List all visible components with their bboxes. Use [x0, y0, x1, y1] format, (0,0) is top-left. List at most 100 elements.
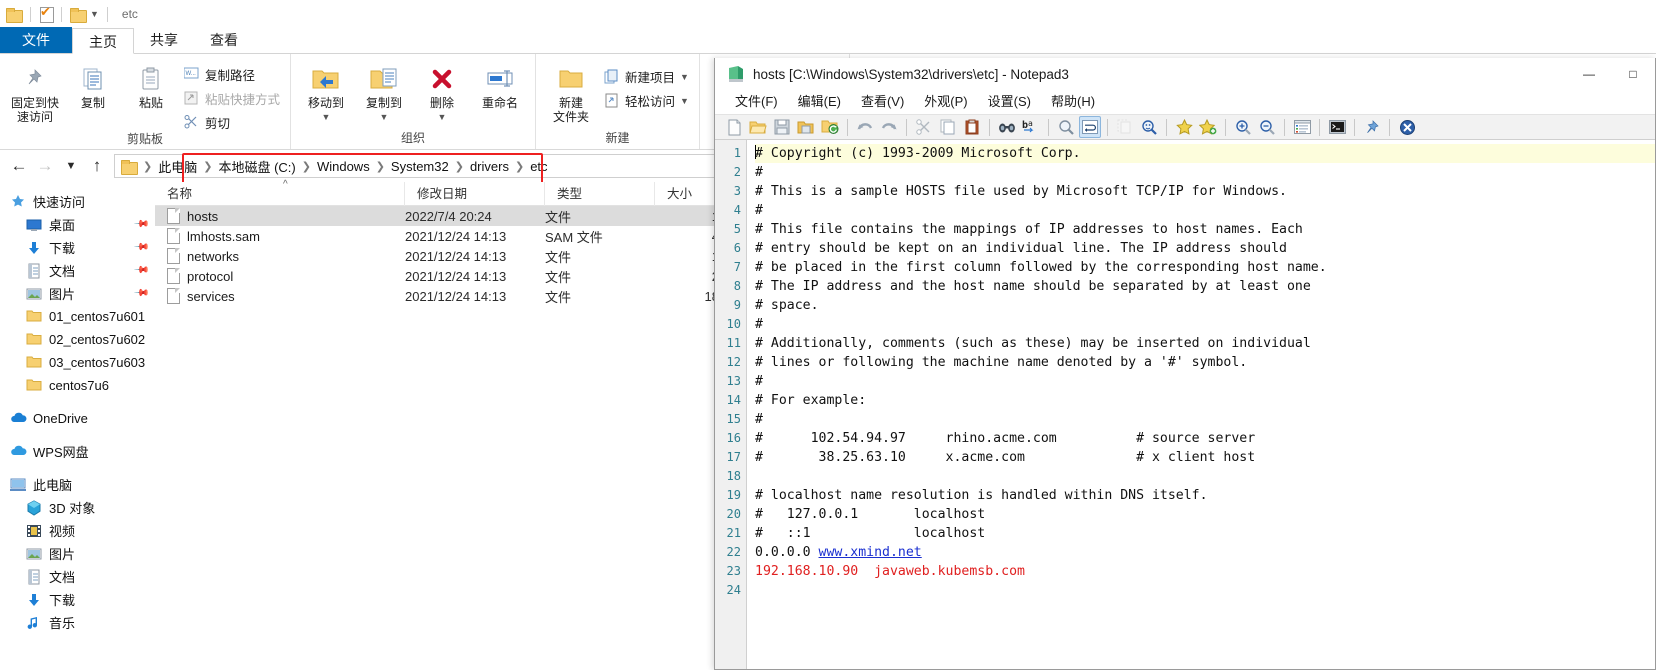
- copy-icon[interactable]: [937, 116, 959, 138]
- maximize-button[interactable]: □: [1611, 58, 1655, 90]
- menu-edit[interactable]: 编辑(E): [788, 90, 851, 114]
- editor-line[interactable]: # 102.54.94.97 rhino.acme.com # source s…: [755, 429, 1655, 448]
- add-bookmark-icon[interactable]: [1197, 116, 1219, 138]
- sidebar-item-3[interactable]: 文档 📌: [0, 259, 155, 282]
- notepad3-title-bar[interactable]: hosts [C:\Windows\System32\drivers\etc] …: [715, 58, 1655, 90]
- paste-icon[interactable]: [961, 116, 983, 138]
- sidebar-item-5[interactable]: 01_centos7u601: [0, 305, 155, 328]
- customize-dropdown-icon[interactable]: ▼: [90, 9, 99, 19]
- up-button[interactable]: ↑: [86, 156, 108, 176]
- editor-line[interactable]: # lines or following the machine name de…: [755, 353, 1655, 372]
- chevron-down-icon[interactable]: ▼: [380, 110, 389, 124]
- editor-line[interactable]: #: [755, 315, 1655, 334]
- editor-line[interactable]: # be placed in the first column followed…: [755, 258, 1655, 277]
- chevron-down-icon[interactable]: ▼: [680, 96, 689, 106]
- column-header-date[interactable]: 修改日期: [405, 181, 545, 206]
- save-icon[interactable]: [771, 116, 793, 138]
- notepad3-editor[interactable]: 1 2 3 4 5 6 7 8 9 10 11 12 13 14 15 16 17 18 19 20 21 22 23 24 …: [715, 140, 1655, 669]
- sidebar-item-13[interactable]: 视频: [0, 519, 155, 542]
- editor-line[interactable]: #: [755, 372, 1655, 391]
- menu-file[interactable]: 文件(F): [725, 90, 788, 114]
- pin-icon[interactable]: 📌: [132, 285, 149, 302]
- easy-access-button[interactable]: 轻松访问 ▼: [600, 90, 693, 111]
- editor-line[interactable]: #: [755, 201, 1655, 220]
- editor-line[interactable]: # Copyright (c) 1993-2009 Microsoft Corp…: [755, 144, 1655, 163]
- editor-line[interactable]: # ::1 localhost: [755, 524, 1655, 543]
- editor-line[interactable]: # This is a sample HOSTS file used by Mi…: [755, 182, 1655, 201]
- sidebar-item-16[interactable]: 下载: [0, 588, 155, 611]
- find-matching-icon[interactable]: [1138, 116, 1160, 138]
- new-folder-button[interactable]: 新建 文件夹: [542, 58, 600, 124]
- tab-home[interactable]: 主页: [72, 28, 134, 54]
- editor-line[interactable]: # localhost name resolution is handled w…: [755, 486, 1655, 505]
- breadcrumb-item-system32[interactable]: System32: [391, 159, 449, 174]
- redo-icon[interactable]: [878, 116, 900, 138]
- editor-line[interactable]: [755, 467, 1655, 486]
- pin-icon[interactable]: 📌: [132, 239, 149, 256]
- undo-icon[interactable]: [854, 116, 876, 138]
- breadcrumb-item-local-disk[interactable]: 本地磁盘 (C:): [218, 157, 295, 176]
- editor-line[interactable]: # 38.25.63.10 x.acme.com # x client host: [755, 448, 1655, 467]
- word-wrap-icon[interactable]: [1079, 116, 1101, 138]
- zoom-out-icon[interactable]: [1256, 116, 1278, 138]
- breadcrumb-item-windows[interactable]: Windows: [317, 159, 370, 174]
- back-button[interactable]: ←: [8, 156, 30, 176]
- sidebar-item-10[interactable]: WPS网盘: [0, 440, 155, 463]
- sidebar-item-9[interactable]: OneDrive: [0, 407, 155, 430]
- cut-button[interactable]: 剪切: [180, 112, 284, 133]
- sidebar-item-2[interactable]: 下载 📌: [0, 236, 155, 259]
- properties-icon[interactable]: [39, 4, 54, 23]
- sidebar-item-4[interactable]: 图片 📌: [0, 282, 155, 305]
- column-header-name[interactable]: 名称: [155, 181, 405, 206]
- pin-icon[interactable]: 📌: [132, 216, 149, 233]
- menu-help[interactable]: 帮助(H): [1041, 90, 1105, 114]
- editor-line[interactable]: # entry should be kept on an individual …: [755, 239, 1655, 258]
- sidebar-item-7[interactable]: 03_centos7u603: [0, 351, 155, 374]
- minimize-button[interactable]: —: [1567, 58, 1611, 90]
- scheme-icon[interactable]: [1291, 116, 1313, 138]
- tab-view[interactable]: 查看: [194, 27, 254, 53]
- copy-line-icon[interactable]: [1114, 116, 1136, 138]
- rename-button[interactable]: 重命名: [471, 58, 529, 110]
- column-header-type[interactable]: 类型: [545, 181, 655, 206]
- exit-icon[interactable]: [1396, 116, 1418, 138]
- copy-to-button[interactable]: 复制到 ▼: [355, 58, 413, 124]
- sidebar-item-14[interactable]: 图片: [0, 542, 155, 565]
- editor-line[interactable]: # For example:: [755, 391, 1655, 410]
- pin-to-quick-access-button[interactable]: 固定到快 速访问: [6, 58, 64, 124]
- editor-line[interactable]: #: [755, 163, 1655, 182]
- editor-line[interactable]: 0.0.0.0 www.xmind.net: [755, 543, 1655, 562]
- editor-line[interactable]: 192.168.10.90 javaweb.kubemsb.com: [755, 562, 1655, 581]
- breadcrumb-item-etc[interactable]: etc: [530, 159, 547, 174]
- menu-appearance[interactable]: 外观(P): [914, 90, 977, 114]
- pin-icon[interactable]: 📌: [132, 262, 149, 279]
- editor-text[interactable]: # Copyright (c) 1993-2009 Microsoft Corp…: [747, 140, 1655, 669]
- menu-view[interactable]: 查看(V): [851, 90, 914, 114]
- sidebar-item-0[interactable]: 快速访问: [0, 190, 155, 213]
- revert-icon[interactable]: [819, 116, 841, 138]
- paste-button[interactable]: 粘贴: [122, 58, 180, 110]
- menu-settings[interactable]: 设置(S): [978, 90, 1041, 114]
- editor-line[interactable]: # The IP address and the host name shoul…: [755, 277, 1655, 296]
- cut-icon[interactable]: [913, 116, 935, 138]
- sidebar-item-15[interactable]: 文档: [0, 565, 155, 588]
- replace-icon[interactable]: ba: [1020, 116, 1042, 138]
- paste-shortcut-button[interactable]: 粘贴快捷方式: [180, 88, 284, 109]
- sidebar-item-17[interactable]: 音乐: [0, 611, 155, 634]
- delete-button[interactable]: 删除 ▼: [413, 58, 471, 124]
- new-item-button[interactable]: 新建项目 ▼: [600, 66, 693, 87]
- editor-line[interactable]: #: [755, 410, 1655, 429]
- always-on-top-icon[interactable]: [1361, 116, 1383, 138]
- bookmark-icon[interactable]: [1173, 116, 1195, 138]
- editor-line[interactable]: # Additionally, comments (such as these)…: [755, 334, 1655, 353]
- folder-icon[interactable]: [6, 7, 23, 23]
- breadcrumb-item-this-pc[interactable]: 此电脑: [158, 157, 197, 176]
- tab-share[interactable]: 共享: [134, 27, 194, 53]
- recent-locations-button[interactable]: ▼: [60, 160, 82, 172]
- new-folder-icon[interactable]: [70, 7, 87, 23]
- copy-button[interactable]: 复制: [64, 58, 122, 110]
- editor-hyperlink[interactable]: www.xmind.net: [819, 545, 922, 560]
- console-icon[interactable]: [1326, 116, 1348, 138]
- sidebar-item-12[interactable]: 3D 对象: [0, 496, 155, 519]
- new-file-icon[interactable]: [723, 116, 745, 138]
